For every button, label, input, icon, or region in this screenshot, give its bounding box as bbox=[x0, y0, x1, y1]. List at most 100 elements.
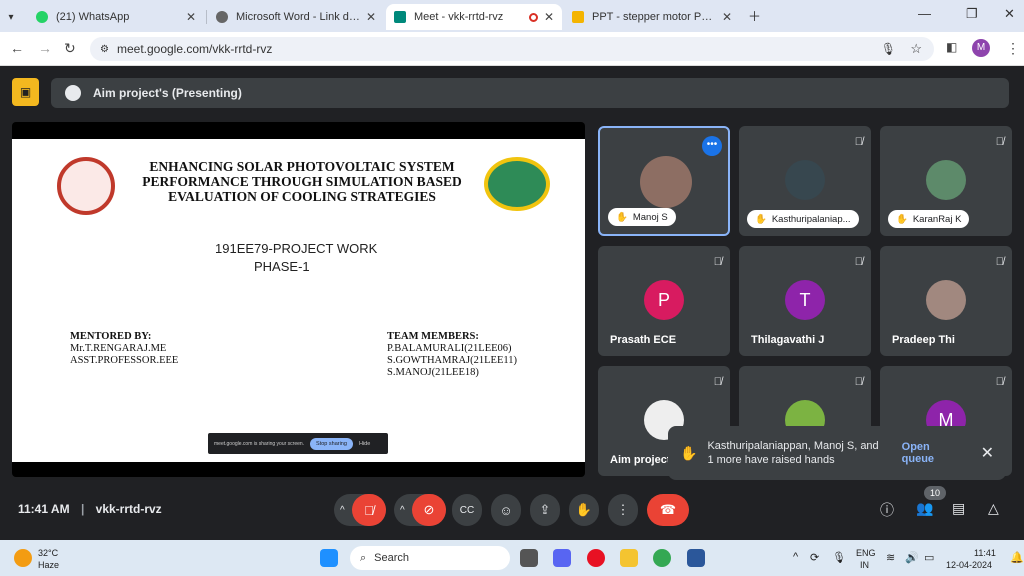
more-options-icon[interactable]: ••• bbox=[702, 136, 722, 156]
tab-ppt[interactable]: PPT - stepper motor PowerPoint ✕ bbox=[564, 4, 740, 30]
close-icon[interactable]: ✕ bbox=[366, 10, 376, 24]
present-screen-icon[interactable]: ▣ bbox=[12, 78, 39, 106]
team-member: P.BALAMURALI(21LEE06) bbox=[387, 343, 512, 354]
hand-icon: ✋ bbox=[575, 502, 593, 517]
chevron-up-icon: ^ bbox=[400, 504, 405, 516]
search-placeholder: Search bbox=[374, 552, 410, 564]
opera-icon[interactable] bbox=[587, 549, 605, 567]
reactions-button[interactable]: ☺ bbox=[491, 494, 521, 526]
url-field[interactable]: ⚙ meet.google.com/vkk-rrtd-rvz 🎙 ☆ bbox=[90, 37, 934, 61]
participant-tile[interactable]: ••• ✋ Manoj S bbox=[598, 126, 730, 236]
back-icon[interactable]: ← bbox=[10, 40, 24, 56]
volume-icon[interactable]: 🔊 bbox=[905, 551, 919, 564]
more-options-button[interactable]: ⋮ bbox=[608, 494, 638, 526]
site-info-icon[interactable]: ⚙ bbox=[100, 44, 109, 55]
microphone-icon[interactable]: 🎙 bbox=[881, 42, 896, 56]
close-icon[interactable]: ✕ bbox=[722, 10, 732, 24]
menu-icon[interactable]: ⋮ bbox=[1006, 40, 1020, 57]
tab-search-button[interactable]: ▾ bbox=[0, 4, 22, 30]
info-icon[interactable]: ⓘ bbox=[880, 500, 894, 520]
emoji-icon: ☺ bbox=[499, 502, 513, 518]
close-window-icon[interactable]: ✕ bbox=[1004, 6, 1015, 22]
reload-icon[interactable]: ↻ bbox=[64, 40, 76, 57]
raised-hand-icon: ✋ bbox=[896, 213, 908, 225]
new-tab-icon[interactable]: ＋ bbox=[748, 6, 761, 25]
avatar[interactable]: M bbox=[972, 39, 990, 57]
restore-icon[interactable]: ❐ bbox=[966, 6, 978, 22]
close-icon[interactable]: ✕ bbox=[544, 10, 554, 24]
tab-whatsapp[interactable]: (21) WhatsApp ✕ bbox=[28, 4, 204, 30]
forward-icon[interactable]: → bbox=[38, 40, 52, 56]
close-icon[interactable]: ✕ bbox=[186, 10, 196, 24]
chevron-up-icon[interactable]: ^ bbox=[793, 551, 798, 563]
url-text: meet.google.com/vkk-rrtd-rvz bbox=[116, 42, 273, 56]
mic-off-icon: 🎙̸ bbox=[854, 136, 863, 148]
word-icon[interactable] bbox=[687, 549, 705, 567]
mic-toggle-button[interactable]: 🎙̸ bbox=[352, 494, 386, 526]
raised-hands-message: Kasthuripalaniappan, Manoj S, and 1 more… bbox=[707, 440, 879, 466]
close-icon[interactable]: ✕ bbox=[981, 443, 994, 463]
sharing-text: meet.google.com is sharing your screen. bbox=[214, 440, 305, 447]
minimize-icon[interactable]: — bbox=[918, 6, 931, 21]
taskbar-search[interactable]: ⌕ Search bbox=[350, 546, 510, 570]
activities-icon[interactable]: △ bbox=[988, 500, 999, 517]
participant-tile[interactable]: 🎙̸ ✋ Kasthuripalaniap... bbox=[739, 126, 871, 236]
present-button[interactable]: ⇪ bbox=[530, 494, 560, 526]
chevron-down-icon: ▾ bbox=[8, 11, 14, 23]
mic-off-icon: 🎙̸ bbox=[995, 136, 1004, 148]
file-explorer-icon[interactable] bbox=[620, 549, 638, 567]
sync-icon: ⟳ bbox=[810, 552, 820, 564]
mic-off-icon: 🎙̸ bbox=[713, 376, 722, 388]
leave-call-button[interactable]: ☎ bbox=[647, 494, 689, 526]
clock-time[interactable]: 11:41 bbox=[974, 548, 996, 558]
avatar bbox=[640, 156, 692, 208]
clock-date[interactable]: 12-04-2024 bbox=[946, 560, 992, 570]
recording-icon bbox=[528, 12, 538, 22]
participant-tile[interactable]: 🎙̸ ✋ KaranRaj K bbox=[880, 126, 1012, 236]
team-heading: TEAM MEMBERS: bbox=[387, 331, 479, 342]
hide-button[interactable]: Hide bbox=[359, 441, 370, 447]
current-time: 11:41 AM bbox=[18, 502, 70, 516]
region-code: IN bbox=[860, 560, 869, 570]
mentored-heading: MENTORED BY: bbox=[70, 331, 152, 342]
raise-hand-button[interactable]: ✋ bbox=[569, 494, 599, 526]
present-icon: ⇪ bbox=[539, 502, 551, 517]
more-vert-icon: ⋮ bbox=[616, 502, 630, 517]
camera-toggle-button[interactable]: ⊘ bbox=[412, 494, 446, 526]
side-panel-icon[interactable]: ◧ bbox=[946, 40, 957, 54]
mic-off-icon: 🎙̸ bbox=[364, 502, 374, 518]
language-code[interactable]: ENG bbox=[856, 548, 876, 558]
task-view-icon[interactable] bbox=[520, 549, 538, 567]
star-icon[interactable]: ☆ bbox=[910, 41, 922, 57]
chat-icon[interactable]: ▤ bbox=[952, 500, 965, 517]
mic-off-icon: 🎙̸ bbox=[713, 256, 722, 268]
battery-icon[interactable]: ▭ bbox=[924, 551, 934, 564]
mentor-name: Mr.T.RENGARAJ.ME bbox=[70, 343, 167, 354]
raised-hand-icon: ✋ bbox=[680, 444, 698, 461]
course-code: 191EE79-PROJECT WORK bbox=[215, 241, 378, 256]
participant-name: Prasath ECE bbox=[610, 334, 677, 346]
participant-tile[interactable]: 🎙̸ T Thilagavathi J bbox=[739, 246, 871, 356]
participant-name: Aim project bbox=[610, 454, 671, 466]
participant-tile[interactable]: 🎙̸ P Prasath ECE bbox=[598, 246, 730, 356]
ppt-icon bbox=[572, 11, 584, 23]
tab-title: (21) WhatsApp bbox=[56, 11, 130, 23]
mic-off-icon: 🎙̸ bbox=[854, 256, 863, 268]
chat-app-icon[interactable] bbox=[553, 549, 571, 567]
people-icon[interactable]: 👥 bbox=[916, 500, 933, 517]
open-queue-button[interactable]: Open queue bbox=[902, 441, 961, 465]
raised-hands-notification: ✋ Kasthuripalaniappan, Manoj S, and 1 mo… bbox=[668, 426, 1006, 480]
meeting-code: vkk-rrtd-rvz bbox=[95, 502, 162, 516]
wifi-icon[interactable]: ≋ bbox=[886, 551, 895, 564]
stop-sharing-button[interactable]: Stop sharing bbox=[310, 437, 353, 450]
team-member: S.MANOJ(21LEE18) bbox=[387, 367, 479, 378]
participant-name: ✋ Kasthuripalaniap... bbox=[747, 210, 859, 228]
participant-tile[interactable]: 🎙̸ Pradeep Thi bbox=[880, 246, 1012, 356]
notification-icon[interactable]: 🔔 bbox=[1010, 551, 1024, 564]
avatar bbox=[926, 160, 966, 200]
chrome-icon[interactable] bbox=[653, 549, 671, 567]
tab-meet[interactable]: Meet - vkk-rrtd-rvz ✕ bbox=[386, 4, 562, 30]
windows-start-icon[interactable] bbox=[320, 549, 338, 567]
captions-button[interactable]: CC bbox=[452, 494, 482, 526]
tab-word[interactable]: Microsoft Word - Link details fo ✕ bbox=[208, 4, 384, 30]
